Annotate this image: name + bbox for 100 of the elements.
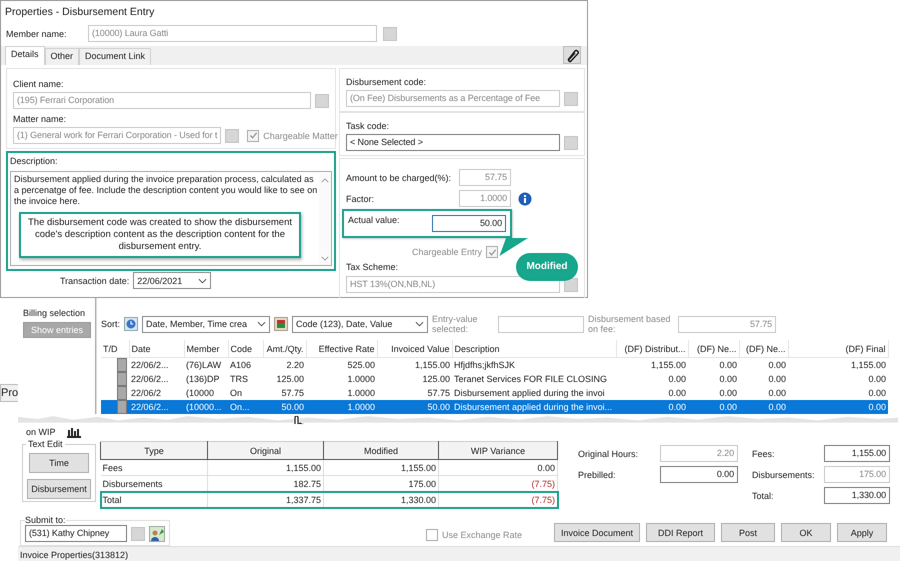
dialog-button[interactable]: Post — [721, 523, 776, 542]
fees-field[interactable]: 1,155.00 — [824, 445, 890, 462]
browse-button[interactable] — [315, 94, 329, 108]
table-cell: 50.00 — [263, 400, 306, 414]
sort-dropdown[interactable]: Date, Member, Time crea — [142, 316, 270, 332]
table-cell: 57.75 — [377, 386, 452, 400]
scroll-down-icon[interactable] — [321, 256, 329, 261]
factor-field[interactable]: 1.0000 — [459, 190, 511, 207]
disbursement-code-field[interactable]: (On Fee) Disbursements as a Percentage of Fee — [346, 90, 560, 107]
field-label: Disbursements: — [752, 470, 816, 480]
column-header[interactable]: Invoiced Value — [377, 340, 452, 358]
column-header[interactable]: (DF) Final — [788, 340, 888, 358]
column-header[interactable]: Effective Rate — [306, 340, 377, 358]
field-label: Tax Scheme: — [346, 262, 398, 272]
column-header[interactable]: Member — [184, 340, 228, 358]
column-header[interactable]: T/D — [101, 340, 129, 358]
bar-chart-icon[interactable] — [66, 426, 82, 438]
field-label: Disbursement based on fee: — [588, 314, 672, 334]
disbursement-fee-field[interactable]: 57.75 — [678, 316, 776, 332]
field-label: Actual value: — [348, 215, 400, 225]
scroll-up-icon[interactable] — [321, 178, 329, 183]
scrollbar[interactable] — [319, 174, 331, 265]
column-header[interactable]: Amt./Qty. — [263, 340, 306, 358]
table-cell-text: TRS — [229, 372, 249, 386]
task-code-field[interactable]: < None Selected > — [346, 134, 560, 151]
client-field[interactable]: (195) Ferrari Corporation — [13, 92, 311, 109]
disbursements-field[interactable]: 175.00 — [824, 466, 890, 484]
clock-icon[interactable] — [124, 317, 138, 331]
text-edit-button[interactable]: Time — [29, 453, 89, 474]
paperclip-icon[interactable] — [563, 46, 581, 64]
column-header[interactable]: Date — [129, 340, 184, 358]
table-cell: Disbursements — [100, 476, 208, 492]
table-cell: On... — [228, 400, 263, 414]
section-label: Billing selection — [23, 308, 86, 318]
box-icon[interactable] — [274, 317, 288, 331]
group-label: Text Edit — [27, 439, 64, 450]
row-marker-icon[interactable] — [117, 386, 127, 400]
tab[interactable]: Details — [5, 46, 45, 65]
date-picker[interactable]: 22/06/2021 — [133, 272, 212, 289]
table-cell-text: 0.00 — [767, 372, 787, 386]
tax-scheme-field[interactable]: HST 13%(ON,NB,NL) — [346, 276, 560, 293]
dialog-button[interactable]: Invoice Document — [554, 523, 640, 542]
field-label: Transaction date: — [60, 276, 130, 286]
matter-field[interactable]: (1) General work for Ferrari Corporation - Used for t — [13, 127, 222, 144]
sort-dropdown[interactable]: Code (123), Date, Value — [292, 316, 428, 332]
column-header[interactable]: Original — [208, 442, 324, 460]
column-header[interactable]: (DF) Ne... — [688, 340, 739, 358]
caret-icon[interactable] — [198, 278, 208, 284]
dialog-button[interactable]: DDI Report — [646, 523, 716, 542]
amount-field[interactable]: 57.75 — [459, 169, 511, 186]
column-header[interactable]: Description — [452, 340, 616, 358]
table-cell: 22/06/2... — [129, 400, 184, 414]
table-cell: 0.00 — [788, 400, 888, 414]
browse-button[interactable] — [564, 92, 578, 106]
table-cell: (7.75) — [438, 492, 558, 508]
tab[interactable]: Other — [44, 48, 80, 65]
dialog-button[interactable]: OK — [781, 523, 832, 542]
actual-value-field[interactable]: 50.00 — [432, 215, 506, 232]
dialog-button[interactable]: Apply — [837, 523, 888, 542]
column-header[interactable]: WIP Variance — [438, 442, 558, 460]
total-field[interactable]: 1,330.00 — [824, 487, 890, 504]
browse-button[interactable] — [225, 128, 240, 142]
tab[interactable]: Document Link — [79, 48, 152, 65]
row-marker-icon[interactable] — [117, 358, 127, 372]
user-icon[interactable] — [149, 526, 165, 542]
table-cell: 1,337.75 — [208, 492, 324, 508]
browse-button[interactable] — [131, 526, 145, 540]
row-marker-icon[interactable] — [117, 400, 127, 414]
table-cell: 0.00 — [739, 400, 788, 414]
caret-icon[interactable] — [415, 321, 424, 327]
modified-tooltip: Modified — [516, 253, 578, 281]
submit-to-field[interactable]: (531) Kathy Chipney — [25, 525, 127, 542]
browse-button[interactable] — [383, 26, 397, 40]
prebilled-field[interactable]: 0.00 — [660, 466, 738, 484]
original-hours-field[interactable]: 2.20 — [660, 445, 738, 462]
entry-value-field[interactable] — [498, 316, 584, 332]
text-edit-button[interactable]: Disbursement — [27, 479, 91, 500]
annotation-tooltip: The disbursement code was created to show the disbursement code's description content as the description content for the disbursement entry. — [19, 212, 301, 258]
row-marker-icon[interactable] — [117, 372, 127, 386]
column-header[interactable]: (DF) Ne... — [739, 340, 788, 358]
table-cell: (76)LAW — [184, 358, 228, 372]
table-cell: 175.00 — [324, 476, 438, 492]
table-cell: 0.00 — [688, 358, 739, 372]
caret-icon[interactable] — [257, 321, 266, 327]
info-icon[interactable] — [518, 192, 532, 206]
table-cell-text: Teranet Services FOR FILE CLOSING — [453, 372, 608, 386]
table-cell: 1.0000 — [306, 400, 377, 414]
column-header[interactable]: (DF) Distribut... — [616, 340, 688, 358]
field-label: Matter name: — [13, 114, 66, 124]
column-header[interactable]: Code — [228, 340, 263, 358]
table-cell: 0.00 — [688, 386, 739, 400]
column-header[interactable]: Type — [100, 442, 208, 460]
browse-button[interactable] — [564, 136, 578, 150]
member-field[interactable]: (10000) Laura Gatti — [88, 25, 377, 42]
table-cell-text: 0.00 — [718, 372, 738, 386]
table-cell: 1,155.00 — [616, 358, 688, 372]
chargeable-entry-checkbox[interactable]: Chargeable Entry — [412, 246, 498, 258]
column-header[interactable]: Modified — [324, 442, 438, 460]
table-cell: 1,155.00 — [208, 460, 324, 476]
table-cell: 50.00 — [377, 400, 452, 414]
